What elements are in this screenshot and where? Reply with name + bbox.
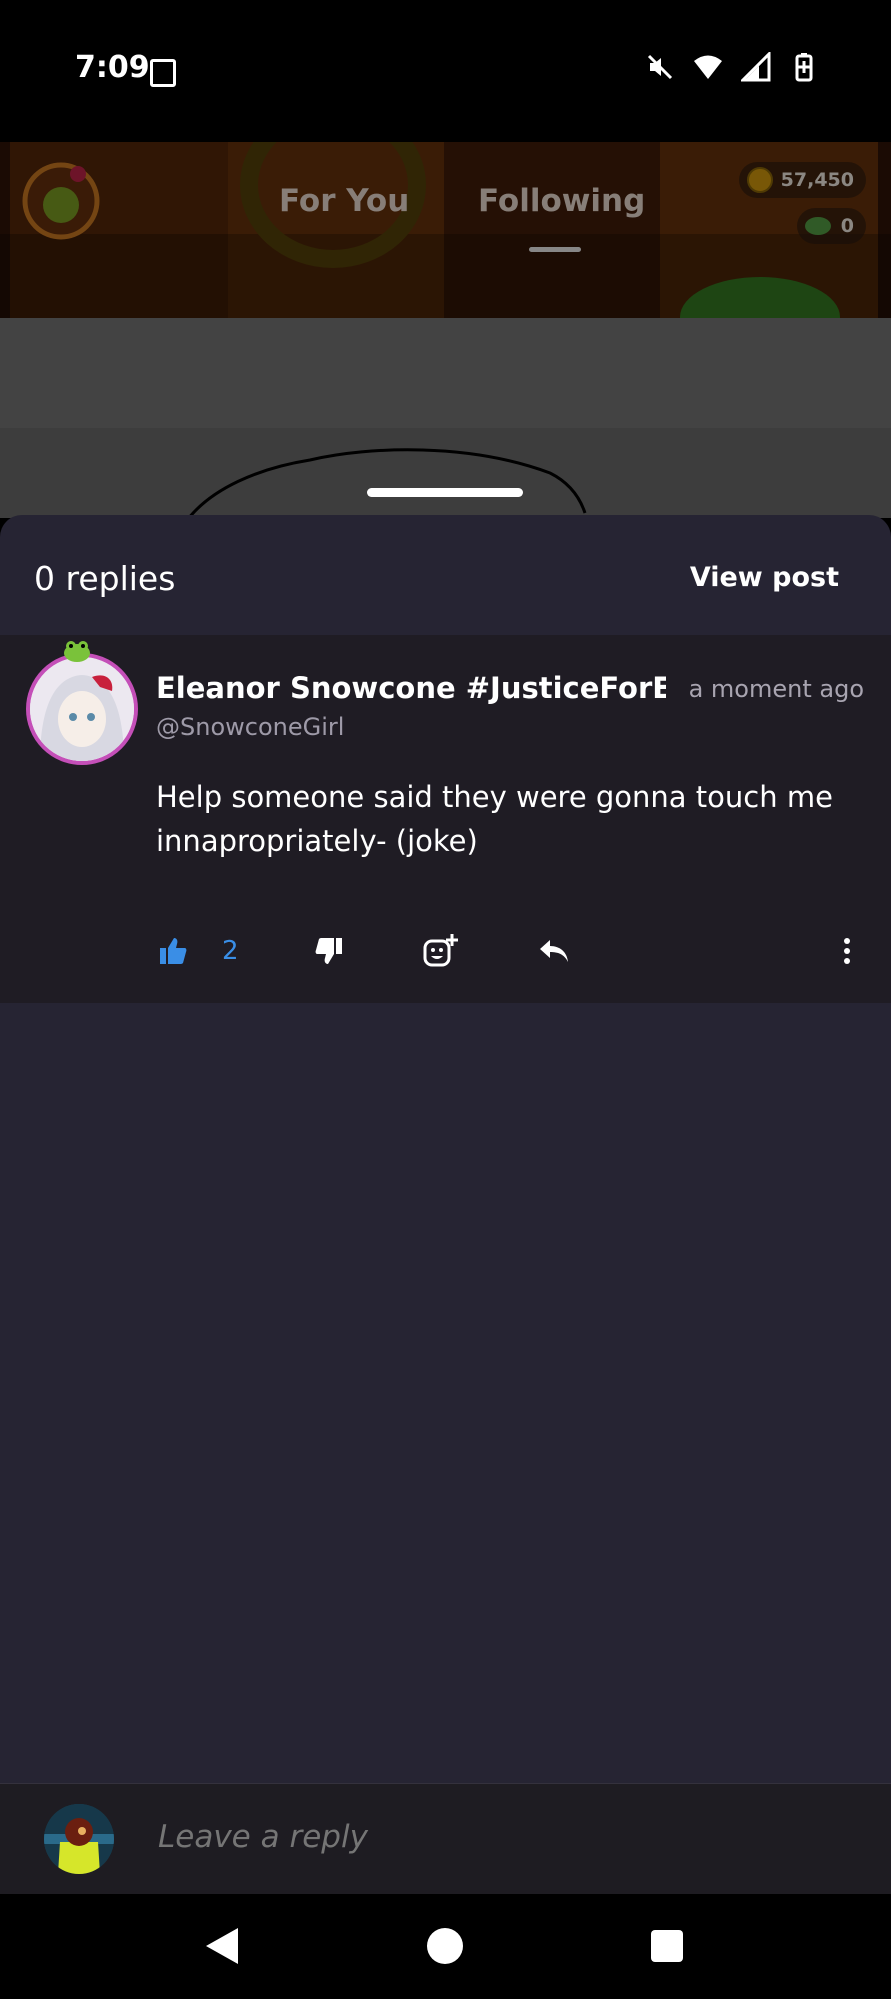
- comment-timestamp: a moment ago: [688, 675, 864, 703]
- mute-icon: [647, 54, 673, 80]
- more-options-button[interactable]: [842, 931, 852, 971]
- like-count: 2: [222, 936, 239, 966]
- screenshot-icon: [150, 59, 176, 87]
- comment-author[interactable]: Eleanor Snowcone #JusticeForEl: [156, 671, 666, 705]
- add-reaction-button[interactable]: [423, 931, 459, 971]
- signal-icon: [741, 52, 771, 82]
- add-emoji-icon: [423, 934, 458, 967]
- comment-actions: 2: [0, 915, 891, 985]
- thumbs-up-icon: [160, 938, 187, 964]
- sheet-drag-handle[interactable]: [367, 488, 523, 497]
- reply-button[interactable]: [538, 931, 570, 971]
- dislike-button[interactable]: [314, 931, 344, 971]
- comment-body: Help someone said they were gonna touch …: [156, 780, 833, 858]
- my-avatar: [44, 1804, 114, 1874]
- back-icon[interactable]: [204, 1926, 240, 1966]
- system-nav-bar: [0, 1894, 891, 1999]
- replies-count: 0 replies: [34, 559, 176, 598]
- avatar-image-icon: [30, 657, 134, 761]
- comment-handle[interactable]: @SnowconeGirl: [156, 713, 344, 741]
- reply-bar: [0, 1783, 891, 1895]
- like-button[interactable]: 2: [158, 931, 239, 971]
- reply-input[interactable]: [156, 1818, 760, 1856]
- thumbs-down-icon: [315, 938, 342, 964]
- battery-icon: [795, 53, 813, 82]
- status-bar: 7:09: [0, 0, 891, 142]
- status-icons: [645, 52, 819, 82]
- my-avatar-icon: [44, 1804, 114, 1874]
- sheet-header: 0 replies View post: [0, 515, 891, 635]
- view-post-button[interactable]: View post: [690, 562, 839, 593]
- reply-arrow-icon: [540, 940, 568, 962]
- recents-icon[interactable]: [650, 1929, 684, 1963]
- comment-avatar[interactable]: [26, 653, 138, 765]
- replies-sheet: 0 replies View post Eleanor Snowcone #Ju…: [0, 515, 891, 1893]
- status-time: 7:09: [75, 50, 150, 85]
- frog-badge-icon: [64, 641, 90, 662]
- wifi-icon: [694, 55, 722, 79]
- more-vertical-icon: [844, 938, 850, 964]
- home-icon[interactable]: [426, 1927, 464, 1965]
- comment-card: Eleanor Snowcone #JusticeForEl a moment …: [0, 635, 891, 1003]
